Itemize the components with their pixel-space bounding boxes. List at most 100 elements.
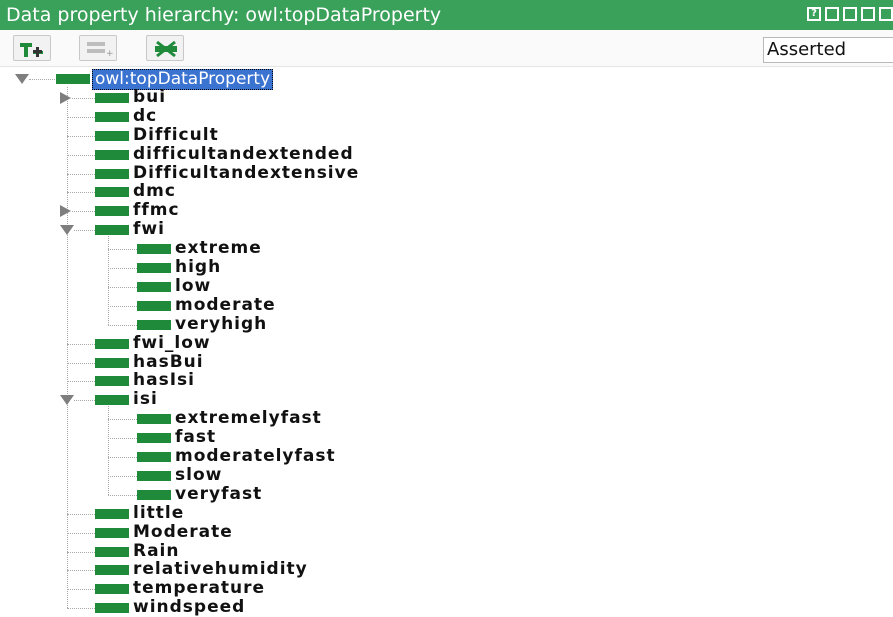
data-property-icon: [95, 508, 129, 519]
tree-connector: [29, 79, 55, 80]
add-subproperty-button[interactable]: [13, 35, 51, 61]
add-subproperty-icon: [20, 43, 43, 57]
hierarchy-toolbar: +: [0, 30, 893, 67]
tree-connector: [108, 305, 137, 307]
data-property-icon: [95, 168, 129, 179]
tree-node-label[interactable]: bui: [133, 87, 166, 107]
tree-node-label[interactable]: temperature: [133, 579, 265, 598]
tree-node-label[interactable]: little: [133, 503, 184, 523]
tree-node-label[interactable]: Rain: [133, 541, 180, 561]
data-property-icon: [95, 584, 129, 595]
data-property-icon: [95, 527, 129, 538]
tree-connector: [67, 551, 95, 553]
data-property-icon: [95, 92, 129, 103]
tree-node-label[interactable]: veryhigh: [175, 314, 267, 334]
tree-node-label[interactable]: owl:topDataProperty: [92, 69, 274, 90]
tree-connector: [67, 381, 95, 383]
data-property-icon: [137, 244, 171, 255]
tree-connector: [72, 211, 95, 213]
tree-node-label[interactable]: slow: [175, 465, 222, 485]
data-property-icon: [95, 395, 129, 406]
tree-connector: [67, 532, 95, 534]
tree-connector: [108, 249, 137, 251]
data-property-icon: [56, 74, 90, 84]
tree-connector: [67, 192, 95, 194]
tree-node-label[interactable]: hasIsi: [133, 371, 195, 390]
data-property-icon: [95, 225, 129, 236]
tree-node-label[interactable]: dmc: [133, 182, 176, 201]
tree-node-label[interactable]: fwi: [133, 220, 165, 239]
data-property-icon: [95, 565, 129, 576]
data-property-icon: [137, 433, 171, 444]
tree-connector: [67, 513, 95, 515]
data-property-icon: [95, 149, 129, 160]
expand-arrow-icon[interactable]: [60, 205, 71, 218]
tree-connector: [108, 324, 137, 326]
svg-text:+: +: [106, 49, 114, 59]
add-sibling-property-button[interactable]: +: [79, 35, 117, 61]
close-view-icon[interactable]: [879, 7, 893, 21]
float-view-icon[interactable]: [861, 7, 875, 21]
tree-node-label[interactable]: moderate: [175, 295, 276, 315]
data-property-icon: [95, 357, 129, 368]
split-vertical-icon[interactable]: [825, 7, 839, 21]
tree-node-label[interactable]: Difficultandextensive: [133, 163, 359, 183]
data-property-icon: [95, 206, 129, 217]
tree-node-label[interactable]: low: [175, 276, 211, 296]
view-title: Data property hierarchy: owl:topDataProp…: [6, 4, 442, 26]
data-property-tree: owl:topDataProperty bui dc Difficult difficu…: [0, 66, 893, 617]
tree-connector: [108, 457, 137, 458]
expand-arrow-icon[interactable]: [60, 91, 71, 104]
data-property-icon: [137, 300, 171, 311]
collapse-arrow-icon[interactable]: [60, 395, 74, 406]
tree-node-label[interactable]: extremelyfast: [175, 409, 322, 428]
tree-node-label[interactable]: high: [175, 258, 221, 277]
collapse-arrow-icon[interactable]: [60, 225, 74, 236]
data-property-icon: [95, 338, 129, 349]
expand-handle-icon[interactable]: [15, 74, 29, 84]
data-property-icon: [95, 603, 129, 614]
asserted-inferred-selector[interactable]: Asserted: [763, 37, 893, 63]
tree-connector: [72, 97, 95, 99]
tree-node-label[interactable]: veryfast: [175, 484, 262, 504]
tree-node-label[interactable]: Moderate: [133, 522, 233, 542]
tree-connector: [67, 343, 95, 345]
tree-node-label[interactable]: fwi_low: [133, 333, 211, 353]
add-sibling-property-icon: +: [87, 42, 114, 59]
data-property-icon: [137, 414, 171, 425]
data-property-icon: [95, 376, 129, 387]
tree-node-label[interactable]: isi: [133, 390, 158, 409]
tree-connector: [108, 286, 137, 288]
tree-node-label[interactable]: Difficult: [133, 125, 219, 145]
tree-connector: [67, 173, 95, 175]
tree-node-label[interactable]: difficultandextended: [133, 144, 354, 164]
data-property-icon: [95, 187, 129, 198]
tree-node-label[interactable]: windspeed: [133, 598, 245, 617]
tree-connector: [67, 362, 95, 364]
delete-property-icon: [155, 40, 177, 58]
view-window-controls: ?: [807, 7, 893, 21]
tree-connector: [67, 154, 95, 156]
data-property-icon: [137, 263, 171, 273]
tree-node-label[interactable]: hasBui: [133, 352, 204, 372]
data-property-icon: [137, 281, 171, 292]
delete-property-button[interactable]: [146, 35, 184, 61]
view-title-bar: Data property hierarchy: owl:topDataProp…: [0, 0, 893, 30]
data-property-icon: [95, 130, 129, 141]
help-icon[interactable]: ?: [807, 7, 821, 21]
tree-guide-line: [67, 87, 68, 609]
tree-node-label[interactable]: moderatelyfast: [175, 447, 336, 466]
data-property-icon: [137, 452, 171, 462]
tree-node-label[interactable]: relativehumidity: [133, 560, 308, 579]
tree-connector: [74, 230, 95, 232]
tree-node-label[interactable]: extreme: [175, 239, 262, 258]
split-horizontal-icon[interactable]: [843, 7, 857, 21]
tree-connector: [108, 268, 137, 269]
tree-node-label[interactable]: dc: [133, 106, 157, 126]
tree-node-label[interactable]: ffmc: [133, 201, 180, 220]
tree-connector: [67, 116, 95, 118]
data-property-icon: [137, 319, 171, 330]
tree-connector: [67, 135, 95, 137]
tree-connector: [108, 419, 137, 421]
tree-node-label[interactable]: fast: [175, 428, 216, 447]
